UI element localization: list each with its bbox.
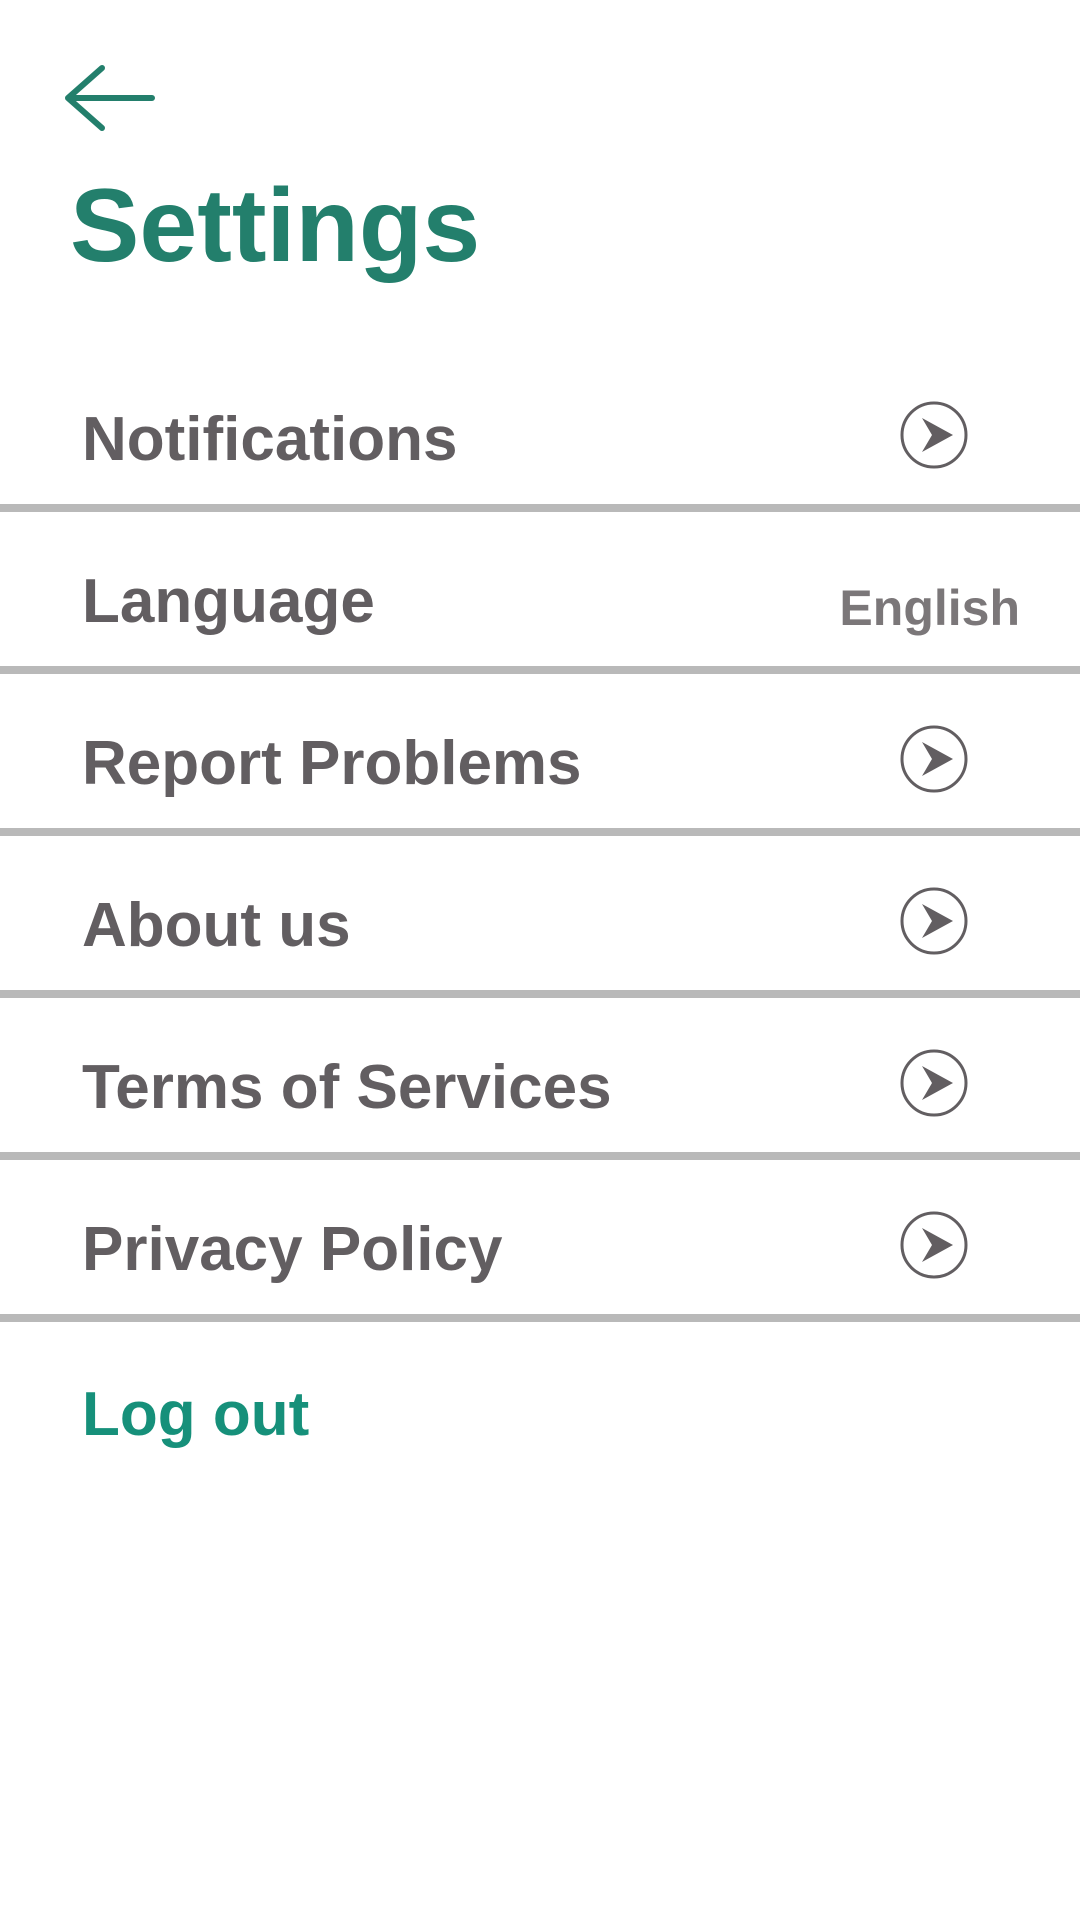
settings-item-label: Privacy Policy [82,1215,503,1284]
settings-item-language[interactable]: Language English [0,512,1080,674]
language-value: English [839,580,1020,636]
logout-button[interactable]: Log out [82,1380,309,1450]
chevron-right-circle-icon [900,887,968,955]
settings-item-about-us[interactable]: About us [0,836,1080,998]
arrow-left-icon [65,65,155,131]
settings-item-notifications[interactable]: Notifications [0,350,1080,512]
chevron-right-circle-icon [900,401,968,469]
settings-item-label: Report Problems [82,729,582,798]
divider [0,666,1080,674]
divider [0,990,1080,998]
settings-item-report-problems[interactable]: Report Problems [0,674,1080,836]
page-title: Settings [70,168,481,284]
back-button[interactable] [60,62,160,134]
settings-item-privacy-policy[interactable]: Privacy Policy [0,1160,1080,1322]
settings-item-terms-of-services[interactable]: Terms of Services [0,998,1080,1160]
divider [0,504,1080,512]
settings-item-label: Language [82,567,375,636]
divider [0,1314,1080,1322]
settings-item-label: Terms of Services [82,1053,612,1122]
settings-item-label: Notifications [82,405,458,474]
divider [0,828,1080,836]
chevron-right-circle-icon [900,1049,968,1117]
settings-item-label: About us [82,891,351,960]
settings-list: Notifications Language English Report Pr… [0,350,1080,1322]
chevron-right-circle-icon [900,725,968,793]
divider [0,1152,1080,1160]
chevron-right-circle-icon [900,1211,968,1279]
